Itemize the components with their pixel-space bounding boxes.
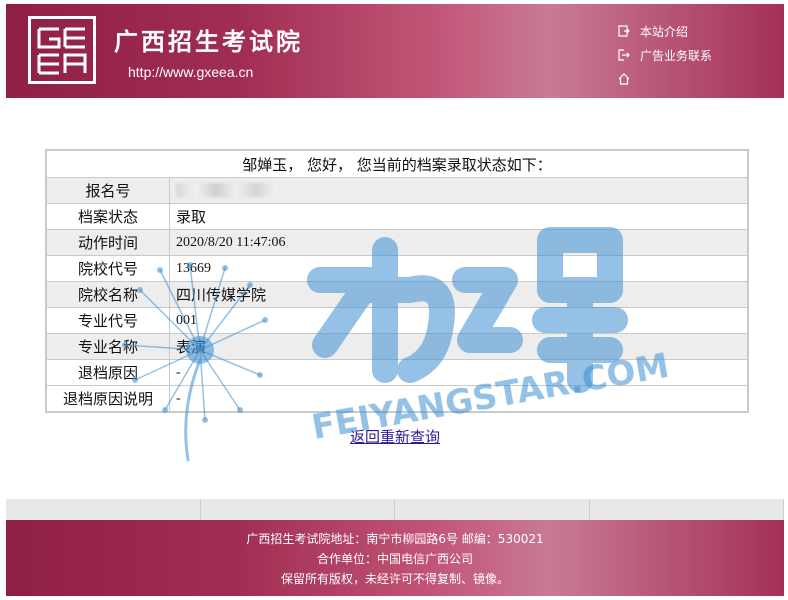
table-row: 退档原因 - bbox=[45, 359, 749, 386]
table-row: 报名号 bbox=[45, 177, 749, 204]
row-value: - bbox=[169, 359, 749, 386]
footer-separator bbox=[6, 499, 784, 520]
home-link[interactable] bbox=[618, 68, 712, 90]
row-value: 录取 bbox=[169, 203, 749, 230]
greeting-caption: 邹婵玉， 您好， 您当前的档案录取状态如下： bbox=[45, 149, 749, 178]
footer-segment bbox=[590, 499, 784, 520]
row-value: 13669 bbox=[169, 255, 749, 282]
row-value: 2020/8/20 11:47:06 bbox=[169, 229, 749, 256]
table-row: 院校代号 13669 bbox=[45, 255, 749, 282]
footer-partner: 合作单位：中国电信广西公司 bbox=[316, 552, 473, 566]
row-label: 退档原因 bbox=[45, 359, 170, 386]
row-label: 院校名称 bbox=[45, 281, 170, 308]
table-row: 院校名称 四川传媒学院 bbox=[45, 281, 749, 308]
footer-copyright: 保留所有版权，未经许可不得复制、镜像。 bbox=[280, 572, 509, 586]
row-label: 动作时间 bbox=[45, 229, 170, 256]
table-row: 专业代号 001 bbox=[45, 307, 749, 334]
row-label: 档案状态 bbox=[45, 203, 170, 230]
row-label: 专业代号 bbox=[45, 307, 170, 334]
registration-number-value bbox=[169, 177, 749, 204]
footer-address: 广西招生考试院地址：南宁市柳园路6号 邮编：530021 bbox=[246, 532, 544, 546]
page-arrow-icon bbox=[618, 25, 630, 37]
table-row: 动作时间 2020/8/20 11:47:06 bbox=[45, 229, 749, 256]
table-row: 档案状态 录取 bbox=[45, 203, 749, 230]
site-footer: 广西招生考试院地址：南宁市柳园路6号 邮编：530021 合作单位：中国电信广西… bbox=[6, 520, 784, 596]
table-row: 专业名称 表演 bbox=[45, 333, 749, 360]
site-url[interactable]: http://www.gxeea.cn bbox=[128, 64, 253, 80]
row-value: 表演 bbox=[169, 333, 749, 360]
about-link[interactable]: 本站介绍 bbox=[618, 20, 712, 42]
about-link-label: 本站介绍 bbox=[640, 24, 689, 39]
row-value: - bbox=[169, 385, 749, 413]
admission-status-table: 邹婵玉， 您好， 您当前的档案录取状态如下： 报名号 档案状态 录取 动作时间 … bbox=[45, 149, 749, 413]
row-label: 退档原因说明 bbox=[45, 385, 170, 413]
exit-arrow-icon bbox=[618, 49, 630, 61]
row-value: 001 bbox=[169, 307, 749, 334]
footer-segment bbox=[6, 499, 201, 520]
row-label: 报名号 bbox=[45, 177, 170, 204]
ad-contact-link-label: 广告业务联系 bbox=[640, 48, 713, 63]
home-icon bbox=[618, 73, 630, 85]
row-label: 院校代号 bbox=[45, 255, 170, 282]
logo-glyph-icon bbox=[37, 27, 87, 75]
footer-segment bbox=[395, 499, 590, 520]
redacted-value bbox=[176, 183, 276, 198]
requery-link[interactable]: 返回重新查询 bbox=[350, 426, 440, 447]
requery-link-text[interactable]: 返回重新查询 bbox=[350, 428, 440, 446]
site-logo[interactable] bbox=[28, 16, 96, 84]
table-caption-row: 邹婵玉， 您好， 您当前的档案录取状态如下： bbox=[45, 149, 749, 178]
top-links: 本站介绍 广告业务联系 bbox=[618, 20, 712, 92]
row-value: 四川传媒学院 bbox=[169, 281, 749, 308]
ad-contact-link[interactable]: 广告业务联系 bbox=[618, 44, 712, 66]
site-header: 广西招生考试院 http://www.gxeea.cn 本站介绍 广告业务联系 bbox=[6, 4, 784, 98]
table-row: 退档原因说明 - bbox=[45, 385, 749, 413]
row-label: 专业名称 bbox=[45, 333, 170, 360]
footer-segment bbox=[201, 499, 395, 520]
site-title: 广西招生考试院 bbox=[114, 27, 303, 56]
